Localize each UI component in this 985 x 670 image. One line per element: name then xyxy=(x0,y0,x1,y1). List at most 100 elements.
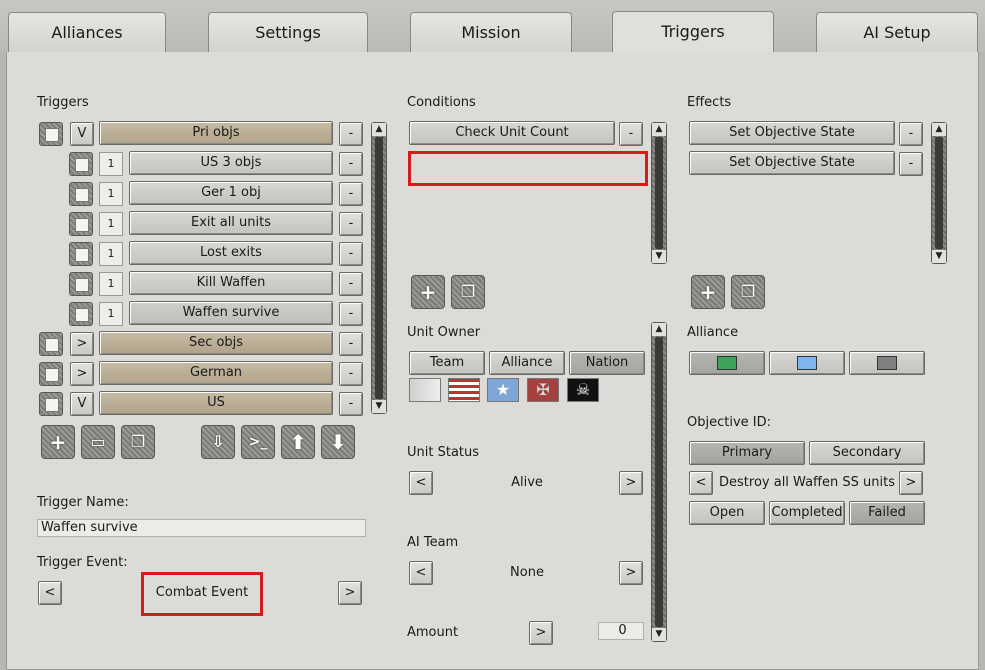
objective-tab-secondary[interactable]: Secondary xyxy=(809,441,925,465)
amount-button[interactable]: > xyxy=(529,621,553,645)
alliance-blue-button[interactable] xyxy=(769,351,845,375)
trigger-row-exit-all-units[interactable]: Exit all units xyxy=(129,211,333,235)
remove-effect-button[interactable]: - xyxy=(899,122,923,146)
nation-flag-skull-icon[interactable]: ☠ xyxy=(567,378,599,402)
trigger-row-us-3-objs[interactable]: US 3 objs xyxy=(129,151,333,175)
effects-scrollbar[interactable]: ▲ ▼ xyxy=(931,122,947,264)
objective-tab-primary[interactable]: Primary xyxy=(689,441,805,465)
effect-item[interactable]: Set Objective State xyxy=(689,121,895,145)
trigger-checkbox[interactable] xyxy=(69,182,93,206)
remove-trigger-button[interactable]: - xyxy=(339,122,363,146)
remove-effect-button[interactable]: - xyxy=(899,152,923,176)
remove-trigger-button[interactable]: - xyxy=(339,302,363,326)
remove-trigger-button[interactable]: - xyxy=(339,212,363,236)
owner-tab-team[interactable]: Team xyxy=(409,351,485,375)
condition-check-unit-count[interactable]: Check Unit Count xyxy=(409,121,615,145)
trigger-checkbox[interactable] xyxy=(39,392,63,416)
scroll-thumb[interactable] xyxy=(655,137,663,249)
add-effect-icon[interactable]: + xyxy=(691,275,725,309)
nation-flag-star-icon[interactable]: ★ xyxy=(487,378,519,402)
state-completed-button[interactable]: Completed xyxy=(769,501,845,525)
unit-status-next-button[interactable]: > xyxy=(619,471,643,495)
trigger-checkbox[interactable] xyxy=(69,272,93,296)
import-icon[interactable]: ⇩ xyxy=(201,425,235,459)
nation-flag-neutral-icon[interactable] xyxy=(409,378,441,402)
expand-toggle[interactable]: V xyxy=(70,122,94,146)
remove-trigger-button[interactable]: - xyxy=(339,362,363,386)
owner-tab-alliance[interactable]: Alliance xyxy=(489,351,565,375)
conditions-scrollbar[interactable]: ▲ ▼ xyxy=(651,122,667,264)
trigger-count: 1 xyxy=(99,182,123,206)
tab-triggers[interactable]: Triggers xyxy=(612,11,774,53)
scroll-up-icon[interactable]: ▲ xyxy=(372,123,386,136)
ai-team-prev-button[interactable]: < xyxy=(409,561,433,585)
trigger-name-input[interactable]: Waffen survive xyxy=(37,519,366,537)
trigger-row-pri-objs[interactable]: Pri objs xyxy=(99,121,333,145)
scroll-thumb[interactable] xyxy=(655,337,663,627)
expand-toggle[interactable]: V xyxy=(70,392,94,416)
scroll-thumb[interactable] xyxy=(375,137,383,399)
move-down-icon[interactable]: ⬇ xyxy=(321,425,355,459)
scroll-up-icon[interactable]: ▲ xyxy=(652,123,666,136)
trigger-row-kill-waffen[interactable]: Kill Waffen xyxy=(129,271,333,295)
tab-alliances[interactable]: Alliances xyxy=(8,12,166,52)
trigger-checkbox[interactable] xyxy=(69,212,93,236)
scroll-thumb[interactable] xyxy=(935,137,943,249)
alliance-grey-button[interactable] xyxy=(849,351,925,375)
remove-trigger-button[interactable]: - xyxy=(339,182,363,206)
console-icon[interactable]: >_ xyxy=(241,425,275,459)
expand-toggle[interactable]: > xyxy=(70,332,94,356)
tab-settings[interactable]: Settings xyxy=(208,12,368,52)
nation-flag-cross-icon[interactable]: ✠ xyxy=(527,378,559,402)
ai-team-next-button[interactable]: > xyxy=(619,561,643,585)
remove-condition-button[interactable]: - xyxy=(619,122,643,146)
remove-trigger-button[interactable]: - xyxy=(339,242,363,266)
copy-icon[interactable]: ❐ xyxy=(121,425,155,459)
trigger-checkbox[interactable] xyxy=(69,242,93,266)
scroll-up-icon[interactable]: ▲ xyxy=(652,323,666,336)
scroll-down-icon[interactable]: ▼ xyxy=(932,250,946,263)
tab-mission[interactable]: Mission xyxy=(410,12,572,52)
remove-trigger-button[interactable]: - xyxy=(339,392,363,416)
owner-tab-nation[interactable]: Nation xyxy=(569,351,645,375)
scroll-down-icon[interactable]: ▼ xyxy=(652,250,666,263)
trigger-checkbox[interactable] xyxy=(39,122,63,146)
amount-input[interactable]: 0 xyxy=(598,622,644,640)
trigger-row-sec-objs[interactable]: Sec objs xyxy=(99,331,333,355)
objective-next-button[interactable]: > xyxy=(899,471,923,495)
trigger-row-lost-exits[interactable]: Lost exits xyxy=(129,241,333,265)
trigger-row-waffen-survive[interactable]: Waffen survive xyxy=(129,301,333,325)
condition-params-scrollbar[interactable]: ▲ ▼ xyxy=(651,322,667,642)
remove-trigger-button[interactable]: - xyxy=(339,272,363,296)
alliance-green-button[interactable] xyxy=(689,351,765,375)
trigger-checkbox[interactable] xyxy=(69,302,93,326)
event-prev-button[interactable]: < xyxy=(38,581,62,605)
triggers-scrollbar[interactable]: ▲ ▼ xyxy=(371,122,387,414)
add-condition-icon[interactable]: + xyxy=(411,275,445,309)
objective-prev-button[interactable]: < xyxy=(689,471,713,495)
copy-effect-icon[interactable]: ❐ xyxy=(731,275,765,309)
copy-condition-icon[interactable]: ❐ xyxy=(451,275,485,309)
effect-item[interactable]: Set Objective State xyxy=(689,151,895,175)
expand-toggle[interactable]: > xyxy=(70,362,94,386)
trigger-checkbox[interactable] xyxy=(39,332,63,356)
trigger-row-us[interactable]: US xyxy=(99,391,333,415)
tab-ai-setup[interactable]: AI Setup xyxy=(816,12,978,52)
trigger-checkbox[interactable] xyxy=(69,152,93,176)
add-trigger-icon[interactable]: + xyxy=(41,425,75,459)
scroll-down-icon[interactable]: ▼ xyxy=(372,400,386,413)
scroll-down-icon[interactable]: ▼ xyxy=(652,628,666,641)
trigger-row-ger-1-obj[interactable]: Ger 1 obj xyxy=(129,181,333,205)
scroll-up-icon[interactable]: ▲ xyxy=(932,123,946,136)
state-failed-button[interactable]: Failed xyxy=(849,501,925,525)
trigger-checkbox[interactable] xyxy=(39,362,63,386)
nation-flag-us-icon[interactable] xyxy=(448,378,480,402)
unit-status-prev-button[interactable]: < xyxy=(409,471,433,495)
trigger-row-german[interactable]: German xyxy=(99,361,333,385)
folder-icon[interactable]: ▭ xyxy=(81,425,115,459)
move-up-icon[interactable]: ⬆ xyxy=(281,425,315,459)
remove-trigger-button[interactable]: - xyxy=(339,152,363,176)
event-next-button[interactable]: > xyxy=(338,581,362,605)
remove-trigger-button[interactable]: - xyxy=(339,332,363,356)
state-open-button[interactable]: Open xyxy=(689,501,765,525)
